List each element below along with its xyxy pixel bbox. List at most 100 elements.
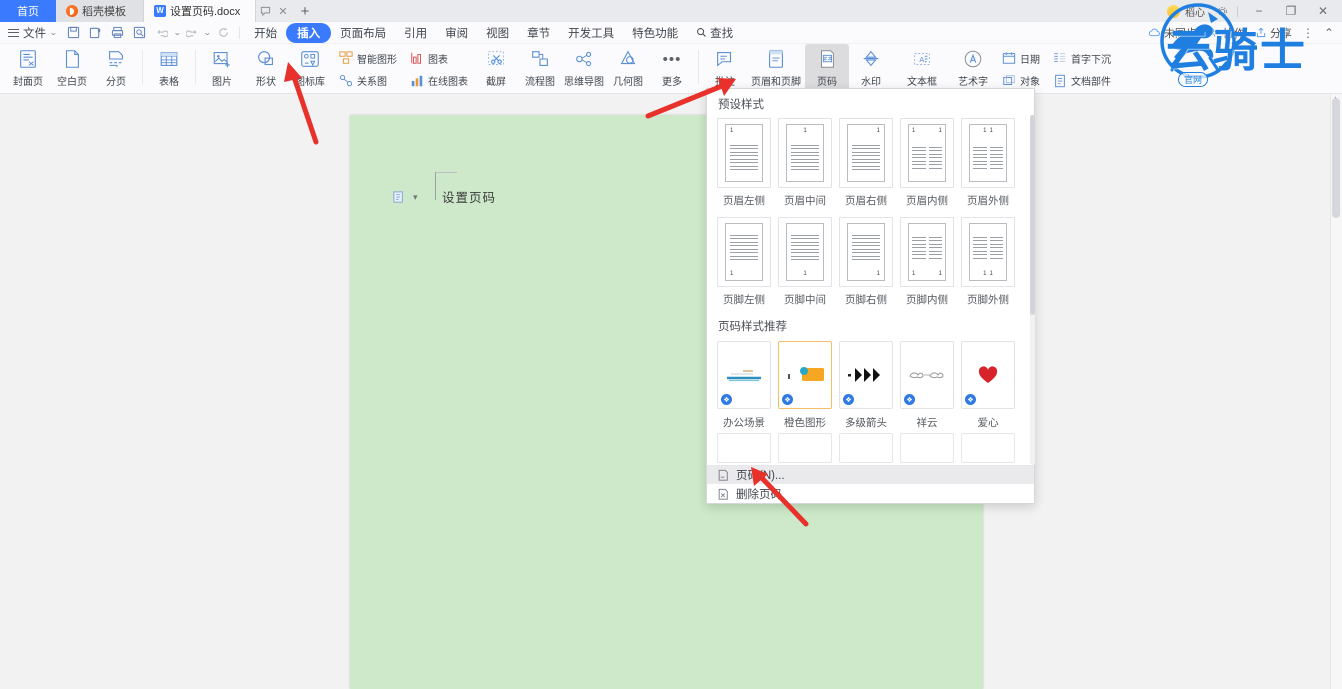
more-vertical-icon[interactable]: ⋮ [1302,26,1314,40]
close-icon[interactable]: ✕ [274,0,292,22]
ribbon-table-button[interactable]: 表格 [147,44,191,92]
ribbon-chart-button[interactable]: 图表 [405,50,472,67]
menu-item-insert[interactable]: 插入 [286,22,332,43]
cloud-sync-status[interactable]: 未同步 [1148,25,1197,41]
ribbon-relation-chart-button[interactable]: 关系图 [334,72,401,89]
page-mini-preview: 1 [786,124,824,182]
save-as-icon[interactable] [85,22,107,44]
ribbon-textbox-button[interactable]: A 文本框 [893,44,951,92]
menu-item-search[interactable]: 查找 [687,23,742,43]
ribbon-dropcap-button[interactable]: 首字下沉 [1048,50,1115,67]
ribbon-watermark-button[interactable]: 水印 [849,44,893,92]
ribbon-flowchart-button[interactable]: 流程图 [518,44,562,92]
redo-chevron-icon[interactable]: ⌄ [203,28,212,37]
recommended-styles-title: 页码样式推荐 [718,321,787,333]
preset-header-outer[interactable]: 1 1 页眉外侧 [961,118,1015,208]
ribbon-screenshot-button[interactable]: 截屏 [474,44,518,92]
style-thumbnail-partial[interactable] [778,433,832,463]
menu-item-dev-tools[interactable]: 开发工具 [559,23,623,43]
ribbon-wordart-button[interactable]: 艺术字 [951,44,995,92]
undo-icon[interactable] [151,22,173,44]
ribbon-page-break-label: 分页 [106,77,126,88]
preset-footer-outer[interactable]: 1 1 页脚外侧 [961,217,1015,307]
menu-item-review[interactable]: 审阅 [436,23,477,43]
blank-page-icon [60,47,84,71]
preset-footer-left[interactable]: 1 页脚左侧 [717,217,771,307]
window-minimize-button[interactable]: − [1244,0,1274,22]
style-card-auspicious-cloud[interactable]: ❖ 祥云 [900,341,954,430]
ribbon-geometry-label: 几何图 [613,77,643,88]
menu-item-view[interactable]: 视图 [477,23,518,43]
menu-item-start[interactable]: 开始 [245,23,286,43]
cloud-sync-icon [1148,28,1160,37]
vertical-scrollbar-thumb[interactable] [1332,98,1340,218]
ribbon-mindmap-button[interactable]: 思维导图 [562,44,606,92]
file-menu-button[interactable]: 文件 ⌄ [0,25,63,41]
print-icon[interactable] [107,22,129,44]
panel-scroll-area[interactable]: 预设样式 1 页眉左侧 1 页眉中间 1 页眉右侧 1 1 页眉内侧 1 1 页… [707,89,1036,470]
window-restore-button[interactable]: ❐ [1276,0,1306,22]
page-number-sample: 1 [876,271,880,277]
preset-header-right[interactable]: 1 页眉右侧 [839,118,893,208]
textbox-icon: A [910,47,934,71]
style-thumbnail-partial[interactable] [839,433,893,463]
style-card-multi-arrow[interactable]: ❖ 多级箭头 [839,341,893,430]
style-thumbnail-partial[interactable] [717,433,771,463]
comment-icon[interactable] [256,0,274,22]
ribbon-page-number-button[interactable]: ## 页码 [805,44,849,92]
preset-footer-center[interactable]: 1 页脚中间 [778,217,832,307]
chevron-up-icon[interactable]: ⌃ [1324,26,1334,40]
tab-docer-template[interactable]: 稻壳模板 [56,0,144,22]
ribbon-blank-page-button[interactable]: 空白页 [50,44,94,92]
style-card-office-scene[interactable]: ❖ 办公场景 [717,341,771,430]
ribbon-page-break-button[interactable]: 分页 [94,44,138,92]
vertical-scrollbar[interactable]: ▲ [1330,94,1342,689]
style-card-heart[interactable]: ❖ 爱心 [961,341,1015,430]
menu-item-references[interactable]: 引用 [395,23,436,43]
paste-options-button[interactable]: ▾ [392,190,418,205]
style-thumbnail-partial[interactable] [900,433,954,463]
refresh-icon[interactable] [212,22,234,44]
menu-item-section[interactable]: 章节 [518,23,559,43]
style-thumbnail-partial[interactable] [961,433,1015,463]
ribbon-cover-page-button[interactable]: 封面页 [6,44,50,92]
ribbon-date-button[interactable]: 日期 [997,50,1044,67]
ribbon-watermark-label: 水印 [861,77,881,88]
menu-item-special-features[interactable]: 特色功能 [623,23,687,43]
ribbon-smartart-button[interactable]: 智能图形 [334,50,401,67]
new-tab-button[interactable]: + [292,0,318,22]
panel-scrollbar-thumb[interactable] [1030,115,1035,315]
undo-chevron-icon[interactable]: ⌄ [173,28,182,37]
ribbon-online-chart-button[interactable]: 在线图表 [405,72,472,89]
avatar[interactable] [1167,4,1180,18]
ribbon-table-label: 表格 [159,77,179,88]
print-preview-icon[interactable] [129,22,151,44]
ribbon-wordart-label: 艺术字 [958,77,988,88]
preset-footer-inner[interactable]: 1 1 页脚内侧 [900,217,954,307]
ribbon-header-footer-button[interactable]: 页眉和页脚 [747,44,805,92]
window-close-button[interactable]: ✕ [1308,0,1338,22]
redo-icon[interactable] [181,22,203,44]
preset-header-left[interactable]: 1 页眉左侧 [717,118,771,208]
ribbon-picture-button[interactable]: 图片 [200,44,244,92]
ribbon-doc-parts-button[interactable]: 文档部件 [1048,72,1115,89]
svg-text:A: A [919,55,924,64]
preset-header-inner[interactable]: 1 1 页眉内侧 [900,118,954,208]
preset-footer-right[interactable]: 1 页脚右侧 [839,217,893,307]
share-button[interactable]: 分享 [1255,25,1292,41]
preset-header-center[interactable]: 1 页眉中间 [778,118,832,208]
ribbon-group-table: 表格 [147,44,191,94]
style-card-orange-shape[interactable]: ❖ 橙色图形 [778,341,832,430]
document-area[interactable]: ▾ 设置页码 ▲ [0,94,1342,689]
collaborate-button[interactable]: 协作 [1207,25,1245,41]
tab-document[interactable]: W 设置页码.docx [144,0,256,22]
save-icon[interactable] [63,22,85,44]
ribbon-object-button[interactable]: 对象 [997,72,1044,89]
settings-gear-icon[interactable] [1213,0,1231,22]
page-number-sample: 1 [730,271,734,277]
tab-home[interactable]: 首页 [0,0,56,22]
ribbon-group-date-object: 日期 对象 [995,44,1046,92]
ribbon-dropcap-label: 首字下沉 [1071,54,1111,66]
page-number-dropdown-panel[interactable]: 预设样式 1 页眉左侧 1 页眉中间 1 页眉右侧 1 1 页眉内侧 1 1 页… [706,88,1035,504]
menu-item-page-layout[interactable]: 页面布局 [331,23,395,43]
